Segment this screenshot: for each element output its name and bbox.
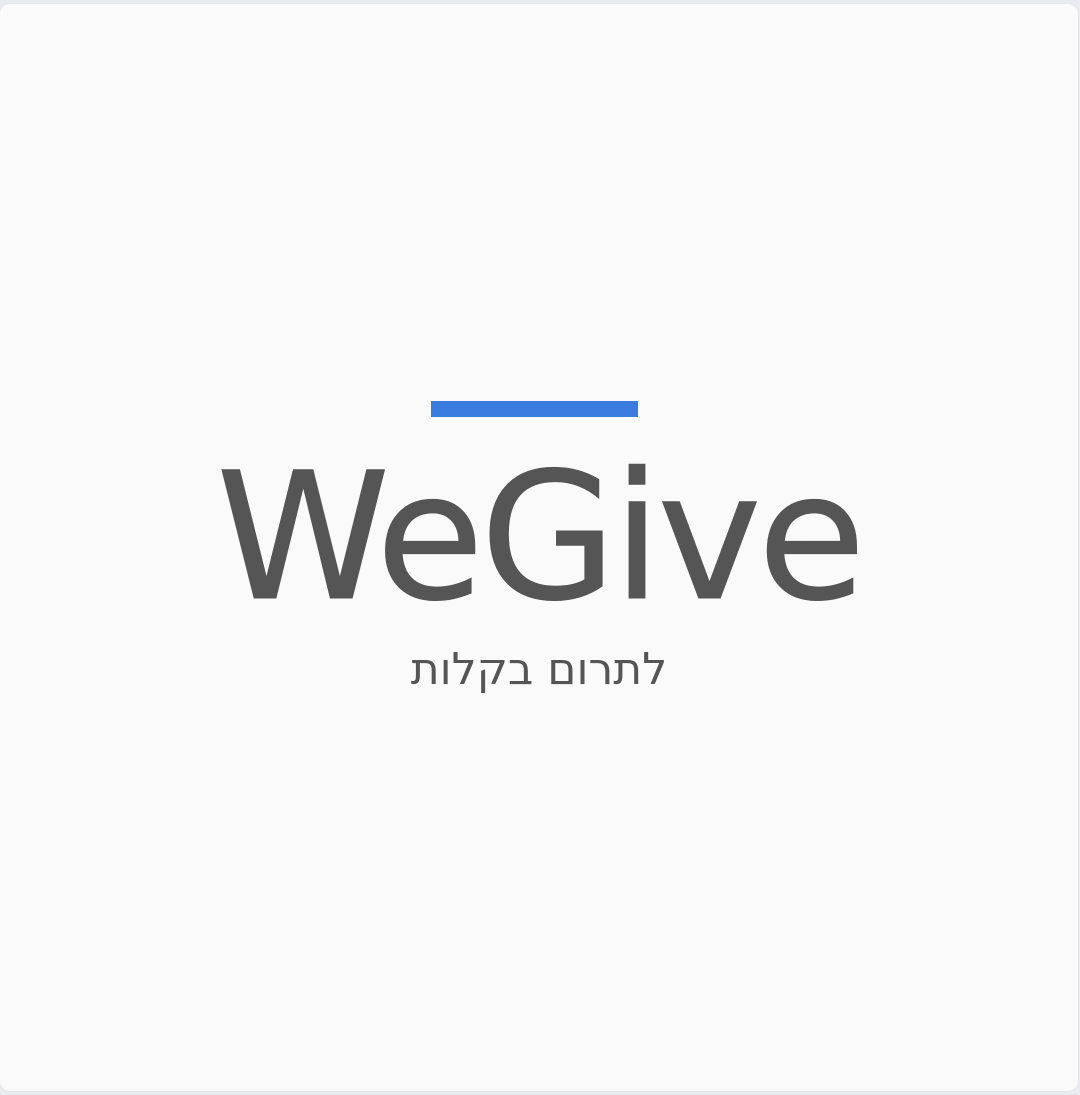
splash-card: WeGive לתרום בקלות	[0, 4, 1078, 1091]
app-logo-wordmark: WeGive	[216, 435, 867, 640]
logo-accent-bar	[431, 401, 638, 417]
splash-screen: WeGive לתרום בקלות	[0, 4, 1078, 1091]
app-tagline: לתרום בקלות	[410, 644, 668, 695]
